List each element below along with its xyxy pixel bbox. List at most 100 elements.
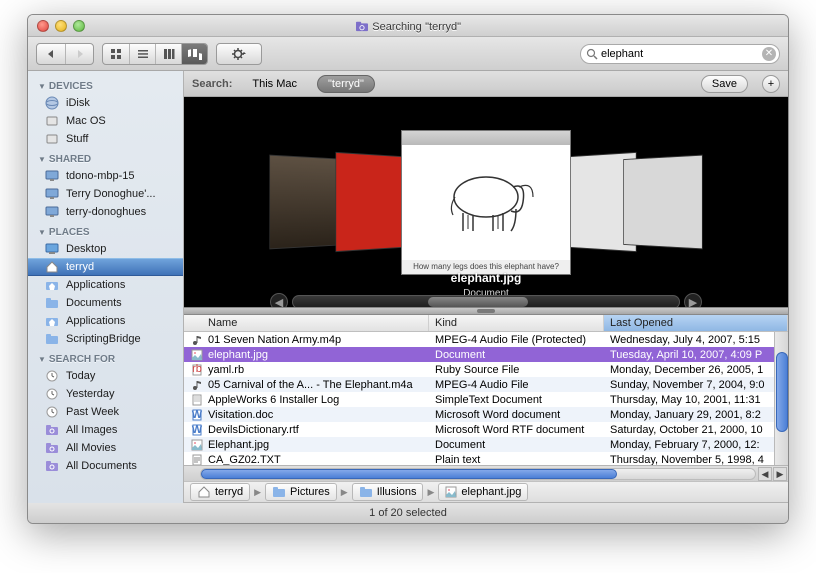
sidebar-item[interactable]: Past Week [28, 403, 183, 421]
sidebar-item[interactable]: Applications [28, 312, 183, 330]
minimize-button[interactable] [55, 20, 67, 32]
coverflow-next-button[interactable]: ▶ [684, 293, 702, 307]
vertical-scroll-thumb[interactable] [776, 352, 788, 432]
list-view-button[interactable] [129, 44, 155, 64]
code-icon: rb [190, 364, 204, 376]
status-text: 1 of 20 selected [369, 507, 447, 519]
path-item[interactable]: terryd [190, 483, 250, 501]
table-row[interactable]: rbyaml.rbRuby Source FileMonday, Decembe… [184, 362, 788, 377]
file-kind: SimpleText Document [429, 394, 604, 406]
sidebar-item[interactable]: Documents [28, 294, 183, 312]
image-icon [190, 349, 204, 361]
word-icon: W [190, 424, 204, 436]
coverflow-view-button[interactable] [181, 44, 207, 64]
table-row[interactable]: WDevilsDictionary.rtfMicrosoft Word RTF … [184, 422, 788, 437]
coverflow-area[interactable]: How many legs does this elephant have? e… [184, 97, 788, 307]
desktop-icon [44, 242, 60, 256]
column-view-button[interactable] [155, 44, 181, 64]
table-row[interactable]: CA_GZ02.TXTPlain textThursday, November … [184, 452, 788, 465]
add-criteria-button[interactable]: + [762, 75, 780, 93]
action-menu[interactable] [216, 43, 262, 65]
sidebar: ▼DEVICESiDisk Mac OS Stuff▼SHARED tdono-mbp… [28, 71, 184, 503]
sidebar-item[interactable]: Stuff [28, 130, 183, 148]
apps-icon [44, 314, 60, 328]
table-row[interactable]: 05 Carnival of the A... - The Elephant.m… [184, 377, 788, 392]
path-label: elephant.jpg [461, 486, 521, 498]
coverflow-scrollbar[interactable]: ◀ ▶ [266, 291, 706, 307]
forward-button[interactable] [65, 44, 93, 64]
save-search-button[interactable]: Save [701, 75, 748, 93]
scroll-right-button[interactable]: ▶ [773, 467, 787, 481]
sidebar-item[interactable]: terryd [28, 258, 183, 276]
disclosure-triangle-icon: ▼ [38, 228, 46, 237]
scroll-left-button[interactable]: ◀ [758, 467, 772, 481]
smart-icon [44, 459, 60, 473]
sidebar-item[interactable]: Yesterday [28, 385, 183, 403]
column-last-opened[interactable]: Last Opened [604, 315, 788, 331]
sidebar-item[interactable]: iDisk [28, 94, 183, 112]
sidebar-item[interactable]: Desktop [28, 240, 183, 258]
sidebar-section-header[interactable]: ▼DEVICES [28, 75, 183, 94]
zoom-button[interactable] [73, 20, 85, 32]
scope-current-folder[interactable]: "terryd" [317, 75, 375, 93]
disclosure-triangle-icon: ▼ [38, 355, 46, 364]
sidebar-item[interactable]: terry-donoghues [28, 203, 183, 221]
table-row[interactable]: WVisitation.docMicrosoft Word documentMo… [184, 407, 788, 422]
sidebar-item-label: Past Week [66, 406, 119, 418]
sidebar-section-header[interactable]: ▼SEARCH FOR [28, 348, 183, 367]
split-divider[interactable] [184, 307, 788, 315]
path-item[interactable]: elephant.jpg [438, 483, 528, 501]
coverflow-thumb[interactable] [428, 297, 528, 307]
path-item[interactable]: Pictures [265, 483, 337, 501]
mac-icon [44, 187, 60, 201]
idisk-icon [44, 96, 60, 110]
sidebar-item[interactable]: Mac OS [28, 112, 183, 130]
close-button[interactable] [37, 20, 49, 32]
sidebar-item[interactable]: Terry Donoghue'... [28, 185, 183, 203]
image-icon [190, 439, 204, 451]
sidebar-item[interactable]: All Movies [28, 439, 183, 457]
sidebar-item-label: Yesterday [66, 388, 115, 400]
file-kind: MPEG-4 Audio File [429, 379, 604, 391]
column-name[interactable]: Name [184, 315, 429, 331]
sidebar-item[interactable]: Today [28, 367, 183, 385]
finder-window: Searching "terryd" ✕ ▼DEVICESiDisk Mac OS… [27, 14, 789, 524]
vertical-scrollbar[interactable] [774, 332, 788, 465]
sidebar-item[interactable]: ScriptingBridge [28, 330, 183, 348]
sidebar-item-label: Mac OS [66, 115, 106, 127]
table-row[interactable]: AppleWorks 6 Installer LogSimpleText Doc… [184, 392, 788, 407]
file-kind: Document [429, 349, 604, 361]
coverflow-prev-button[interactable]: ◀ [270, 293, 288, 307]
sidebar-section-header[interactable]: ▼SHARED [28, 148, 183, 167]
sidebar-item-label: tdono-mbp-15 [66, 170, 135, 182]
titlebar[interactable]: Searching "terryd" [28, 15, 788, 37]
sidebar-item[interactable]: Applications [28, 276, 183, 294]
horizontal-scroll-thumb[interactable] [201, 469, 617, 479]
sidebar-item[interactable]: All Documents [28, 457, 183, 475]
table-row[interactable]: elephant.jpgDocumentTuesday, April 10, 2… [184, 347, 788, 362]
coverflow-item[interactable] [623, 155, 702, 250]
clear-search-button[interactable]: ✕ [762, 47, 776, 61]
file-name: 01 Seven Nation Army.m4p [208, 334, 341, 346]
sidebar-section-header[interactable]: ▼PLACES [28, 221, 183, 240]
icon-view-button[interactable] [103, 44, 129, 64]
scope-this-mac[interactable]: This Mac [242, 76, 307, 92]
column-kind[interactable]: Kind [429, 315, 604, 331]
sidebar-item[interactable]: All Images [28, 421, 183, 439]
back-button[interactable] [37, 44, 65, 64]
sidebar-item[interactable]: tdono-mbp-15 [28, 167, 183, 185]
table-row[interactable]: 01 Seven Nation Army.m4pMPEG-4 Audio Fil… [184, 332, 788, 347]
file-kind: Microsoft Word document [429, 409, 604, 421]
file-list[interactable]: 01 Seven Nation Army.m4p MPEG-4 Audio Fil… [184, 332, 788, 465]
search-field[interactable]: ✕ [580, 44, 780, 64]
table-row[interactable]: Elephant.jpgDocumentMonday, February 7, … [184, 437, 788, 452]
horizontal-scrollbar[interactable]: ◀ ▶ [184, 465, 788, 481]
coverflow-center-item[interactable]: How many legs does this elephant have? [401, 130, 571, 275]
chevron-right-icon: ▶ [341, 487, 348, 498]
search-input[interactable] [601, 48, 761, 60]
resize-handle[interactable] [774, 509, 786, 521]
file-name: 05 Carnival of the A... - The Elephant.m… [208, 379, 413, 391]
folder-icon [44, 296, 60, 310]
coverflow-track[interactable] [292, 295, 680, 307]
path-item[interactable]: Illusions [352, 483, 424, 501]
